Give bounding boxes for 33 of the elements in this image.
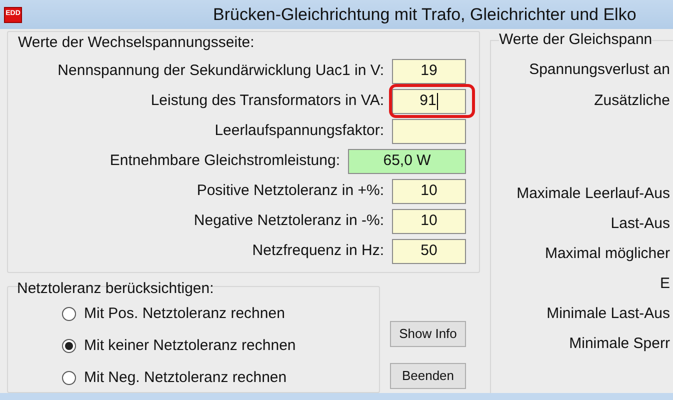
- field-label: Minimale Last-Aus: [546, 304, 670, 324]
- field-label: Positive Netztoleranz in +%:: [196, 181, 384, 202]
- input-field[interactable]: [392, 119, 466, 144]
- dialog-button[interactable]: Show Info: [390, 321, 466, 347]
- radio-label[interactable]: Mit Neg. Netztoleranz rechnen: [84, 366, 287, 390]
- field-label: Entnehmbare Gleichstromleistung:: [110, 151, 340, 172]
- field-label: Minimale Sperr: [569, 334, 670, 354]
- input-field[interactable]: 10: [392, 179, 466, 204]
- input-field[interactable]: 91: [392, 89, 466, 114]
- field-label: Spannungsverlust an: [529, 60, 670, 80]
- radio-button[interactable]: [62, 339, 76, 353]
- group-legend: Werte der Wechselspannungsseite:: [18, 33, 479, 53]
- window-title: Brücken-Gleichrichtung mit Trafo, Gleichrichter und Elko: [213, 4, 636, 26]
- field-label: Leerlaufspannungsfaktor:: [214, 121, 384, 142]
- field-label: E: [660, 274, 670, 294]
- result-field: 65,0 W: [348, 149, 466, 174]
- radio-label[interactable]: Mit keiner Netztoleranz rechnen: [84, 334, 296, 358]
- radio-label[interactable]: Mit Pos. Netztoleranz rechnen: [84, 302, 285, 326]
- radio-button[interactable]: [62, 307, 76, 321]
- field-label: Maximale Leerlauf-Aus: [516, 184, 670, 204]
- field-label: Leistung des Transformators in VA:: [150, 91, 384, 112]
- field-label: Maximal möglicher: [544, 244, 670, 264]
- group-legend: Netztoleranz berücksichtigen:: [17, 279, 379, 299]
- input-field[interactable]: 19: [392, 59, 466, 84]
- field-label: Negative Netztoleranz in -%:: [194, 211, 384, 232]
- dialog-button[interactable]: Beenden: [390, 363, 466, 389]
- input-field[interactable]: 10: [392, 209, 466, 234]
- field-label: Last-Aus: [610, 214, 670, 234]
- field-label: Netzfrequenz in Hz:: [252, 241, 384, 262]
- field-label: Zusätzliche: [594, 91, 670, 111]
- field-label: Nennspannung der Sekundärwicklung Uac1 in V:: [58, 61, 384, 82]
- radio-button[interactable]: [62, 371, 76, 385]
- input-field[interactable]: 50: [392, 239, 466, 264]
